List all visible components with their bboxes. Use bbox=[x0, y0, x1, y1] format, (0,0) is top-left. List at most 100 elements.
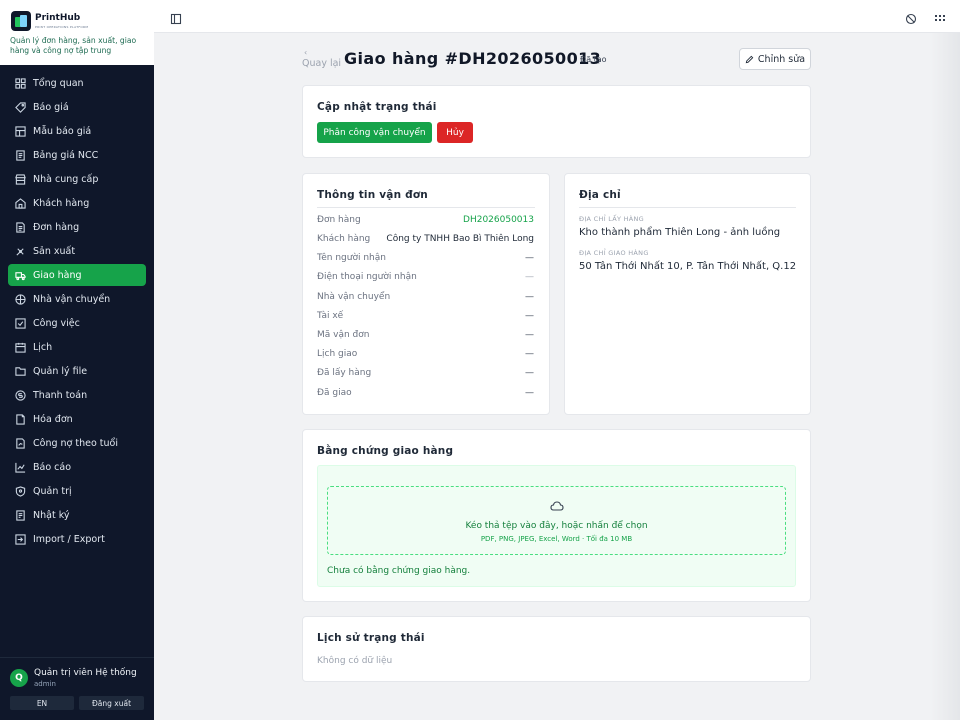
sidebar-item-logs[interactable]: Nhật ký bbox=[8, 504, 146, 526]
brand-header: PrintHub PRINT OPERATIONS PLATFORM Quản … bbox=[0, 0, 154, 65]
sidebar-item-label: Nhà cung cấp bbox=[33, 173, 99, 185]
sidebar-item-carriers[interactable]: Nhà vận chuyển bbox=[8, 288, 146, 310]
report-icon bbox=[15, 462, 26, 473]
back-link[interactable]: Quay lại bbox=[302, 58, 341, 69]
sidebar-item-reports[interactable]: Báo cáo bbox=[8, 456, 146, 478]
sidebar-item-label: Quản trị bbox=[33, 485, 72, 497]
brand-tagline: PRINT OPERATIONS PLATFORM bbox=[35, 25, 89, 29]
sidebar-item-orders[interactable]: Đơn hàng bbox=[8, 216, 146, 238]
sidebar-item-label: Tổng quan bbox=[33, 77, 84, 89]
sidebar-item-invoices[interactable]: Hóa đơn bbox=[8, 408, 146, 430]
schedule-value: — bbox=[525, 349, 534, 359]
drop-zone-text: Kéo thả tệp vào đây, hoặc nhấn để chọn bbox=[465, 521, 648, 531]
debt-aging-icon bbox=[15, 437, 26, 449]
history-empty-message: Không có dữ liệu bbox=[317, 656, 393, 666]
picked-up-value: — bbox=[525, 368, 534, 378]
tag-icon bbox=[15, 101, 26, 113]
user-name: Quản trị viên Hệ thống bbox=[34, 668, 137, 678]
sidebar-item-label: Đơn hàng bbox=[33, 221, 80, 233]
logout-button[interactable]: Đăng xuất bbox=[79, 696, 144, 710]
price-list-icon bbox=[15, 149, 26, 161]
invoice-icon bbox=[15, 413, 26, 425]
sidebar-item-label: Quản lý file bbox=[33, 365, 88, 377]
recipient-name-label: Tên người nhận bbox=[317, 253, 386, 263]
printhub-logo-icon[interactable] bbox=[11, 11, 31, 31]
drop-zone-hint: PDF, PNG, JPEG, Excel, Word · Tối đa 10 … bbox=[480, 535, 633, 543]
sidebar: PrintHub PRINT OPERATIONS PLATFORM Quản … bbox=[0, 0, 154, 720]
avatar[interactable]: Q bbox=[10, 669, 28, 687]
cancel-button[interactable]: Hủy bbox=[437, 122, 473, 143]
sidebar-item-label: Báo cáo bbox=[33, 461, 72, 473]
delivered-label: Đã giao bbox=[317, 388, 352, 398]
cloud-upload-icon bbox=[550, 501, 564, 511]
production-icon bbox=[15, 246, 26, 257]
schedule-label: Lịch giao bbox=[317, 349, 358, 359]
sidebar-item-overview[interactable]: Tổng quan bbox=[8, 72, 146, 94]
assign-shipping-button[interactable]: Phân công vận chuyển bbox=[317, 122, 432, 143]
customers-icon bbox=[15, 197, 26, 209]
driver-value: — bbox=[525, 311, 534, 321]
sidebar-item-production[interactable]: Sản xuất bbox=[8, 240, 146, 262]
order-label: Đơn hàng bbox=[317, 215, 361, 225]
sidebar-item-suppliers[interactable]: Nhà cung cấp bbox=[8, 168, 146, 190]
status-update-title: Cập nhật trạng thái bbox=[317, 101, 437, 113]
sidebar-item-label: Mẫu báo giá bbox=[33, 125, 92, 137]
sidebar-item-label: Nhà vận chuyển bbox=[33, 293, 111, 305]
sidebar-toggle-icon[interactable] bbox=[170, 10, 182, 25]
pickup-address-label: Địa chỉ lấy hàng bbox=[579, 215, 645, 223]
sidebar-item-label: Công nợ theo tuổi bbox=[33, 437, 118, 449]
sidebar-item-files[interactable]: Quản lý file bbox=[8, 360, 146, 382]
carrier-label: Nhà vận chuyển bbox=[317, 292, 391, 302]
sidebar-item-quote-templates[interactable]: Mẫu báo giá bbox=[8, 120, 146, 142]
sidebar-item-admin[interactable]: Quản trị bbox=[8, 480, 146, 502]
delivery-address-label: Địa chỉ giao hàng bbox=[579, 249, 649, 257]
orders-icon bbox=[15, 221, 26, 233]
template-icon bbox=[15, 125, 26, 137]
tracking-code-label: Mã vận đơn bbox=[317, 330, 370, 340]
no-proof-message: Chưa có bằng chứng giao hàng. bbox=[327, 566, 471, 576]
card-divider bbox=[317, 207, 535, 208]
carrier-icon bbox=[15, 293, 26, 305]
pencil-icon bbox=[745, 55, 754, 63]
brand-name: PrintHub bbox=[35, 13, 81, 23]
shipment-info-title: Thông tin vận đơn bbox=[317, 189, 428, 201]
import-export-icon bbox=[15, 533, 26, 545]
recipient-name-value: — bbox=[525, 253, 534, 263]
sidebar-item-supplier-prices[interactable]: Bảng giá NCC bbox=[8, 144, 146, 166]
page-edge-shadow bbox=[930, 33, 960, 720]
calendar-icon bbox=[15, 342, 26, 353]
edit-button-label: Chỉnh sửa bbox=[757, 53, 806, 65]
tasks-icon bbox=[15, 317, 26, 329]
sidebar-item-import-export[interactable]: Import / Export bbox=[8, 528, 146, 550]
status-history-card bbox=[302, 616, 811, 682]
delivery-address-value: 50 Tân Thới Nhất 10, P. Tân Thới Nhất, Q… bbox=[579, 261, 797, 272]
order-link[interactable]: DH2026050013 bbox=[463, 215, 534, 225]
sidebar-item-debt-aging[interactable]: Công nợ theo tuổi bbox=[8, 432, 146, 454]
sidebar-item-tasks[interactable]: Công việc bbox=[8, 312, 146, 334]
apps-grid-icon[interactable] bbox=[934, 10, 946, 22]
back-arrow-icon[interactable]: ‹ bbox=[304, 48, 307, 57]
tracking-code-value: — bbox=[525, 330, 534, 340]
dashboard-icon bbox=[15, 77, 26, 89]
sidebar-item-calendar[interactable]: Lịch bbox=[8, 336, 146, 358]
sidebar-item-payments[interactable]: Thanh toán bbox=[8, 384, 146, 406]
recipient-phone-label: Điện thoại người nhận bbox=[317, 272, 417, 282]
log-icon bbox=[15, 509, 26, 521]
sidebar-item-quotes[interactable]: Báo giá bbox=[8, 96, 146, 118]
brand-description: Quản lý đơn hàng, sản xuất, giao hàng và… bbox=[10, 36, 137, 55]
sidebar-item-delivery[interactable]: Giao hàng bbox=[8, 264, 146, 286]
sidebar-item-label: Khách hàng bbox=[33, 197, 90, 209]
folder-icon bbox=[15, 366, 26, 377]
sidebar-item-customers[interactable]: Khách hàng bbox=[8, 192, 146, 214]
sidebar-item-label: Bảng giá NCC bbox=[33, 149, 99, 161]
user-role: admin bbox=[34, 680, 56, 688]
pickup-address-value: Kho thành phẩm Thiên Long - ảnh luồng bbox=[579, 227, 781, 238]
sync-icon[interactable] bbox=[905, 10, 917, 25]
admin-shield-icon bbox=[15, 485, 26, 497]
language-button[interactable]: EN bbox=[10, 696, 74, 710]
payment-icon bbox=[15, 389, 26, 401]
sidebar-item-label: Công việc bbox=[33, 317, 80, 329]
status-history-title: Lịch sử trạng thái bbox=[317, 632, 425, 644]
edit-button[interactable]: Chỉnh sửa bbox=[739, 48, 811, 70]
address-card bbox=[564, 173, 811, 415]
